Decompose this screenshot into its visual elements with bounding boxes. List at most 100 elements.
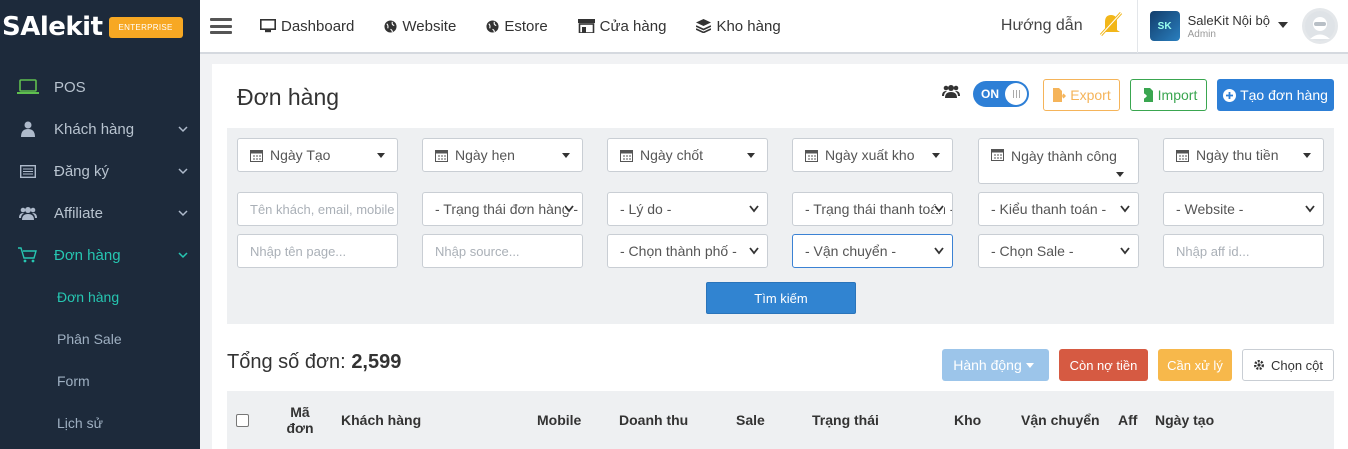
shipping-select[interactable]: - Vận chuyển - xyxy=(792,234,953,268)
topnav-label: Dashboard xyxy=(281,17,355,35)
import-label: Import xyxy=(1157,87,1198,103)
order-status-select[interactable]: - Trạng thái đơn hàng - xyxy=(422,192,583,226)
topnav-warehouse[interactable]: Kho hàng xyxy=(696,18,781,35)
topnav-dashboard[interactable]: Dashboard xyxy=(260,18,354,35)
orders-table-header: Mã đơn Khách hàng Mobile Doanh thu Sale … xyxy=(227,391,1334,449)
create-order-button[interactable]: Tạo đơn hàng xyxy=(1217,79,1334,111)
customer-search-input[interactable]: Tên khách, email, mobile xyxy=(237,192,398,226)
user-icon xyxy=(16,121,40,137)
logo[interactable]: SAlekit xyxy=(2,12,103,42)
sidebar-item-label: Đơn hàng xyxy=(54,246,121,264)
calendar-icon xyxy=(1176,149,1189,162)
page-name-input[interactable]: Nhập tên page... xyxy=(237,234,398,268)
edition-badge: ENTERPRISE xyxy=(108,16,183,38)
on-off-toggle[interactable]: ON xyxy=(973,81,1029,107)
total-orders: Tổng số đơn: 2,599 xyxy=(227,351,401,374)
file-import-icon xyxy=(1139,88,1153,102)
total-label: Tổng số đơn: xyxy=(227,351,346,373)
source-input[interactable]: Nhập source... xyxy=(422,234,583,268)
website-select[interactable]: - Website - xyxy=(1163,192,1324,226)
avatar[interactable] xyxy=(1302,8,1338,44)
caret-down-icon xyxy=(1025,362,1034,368)
sidebar-item-orders[interactable]: Đơn hàng xyxy=(0,234,200,276)
topnav-store[interactable]: Cửa hàng xyxy=(577,18,666,35)
date-created-filter[interactable]: Ngày Tạo xyxy=(237,138,398,172)
user-role: Admin xyxy=(1187,28,1216,40)
debt-filter-button[interactable]: Còn nợ tiền xyxy=(1059,349,1148,381)
th-mobile[interactable]: Mobile xyxy=(537,391,581,449)
bell-slash-icon[interactable] xyxy=(1097,11,1125,42)
menu-toggle-icon[interactable] xyxy=(210,18,232,34)
guide-link[interactable]: Hướng dẫn xyxy=(1001,17,1083,35)
select-value: - Chọn Sale - xyxy=(991,243,1074,259)
user-name: SaleKit Nội bộ xyxy=(1187,12,1270,28)
select-all-checkbox[interactable] xyxy=(236,413,249,427)
chevron-down-icon xyxy=(564,205,574,213)
search-button[interactable]: Tìm kiếm xyxy=(706,282,856,314)
date-closed-filter[interactable]: Ngày chốt xyxy=(607,138,768,172)
payment-type-select[interactable]: - Kiểu thanh toán - xyxy=(978,192,1139,226)
th-created-date[interactable]: Ngày tạo xyxy=(1155,391,1214,449)
date-success-filter[interactable]: Ngày thành công xyxy=(978,138,1139,184)
chevron-down-icon xyxy=(749,205,759,213)
select-value: - Trạng thái đơn hàng - xyxy=(435,201,579,217)
topnav-website[interactable]: Website xyxy=(384,18,456,35)
layers-icon xyxy=(696,19,712,33)
choose-columns-button[interactable]: Chọn cột xyxy=(1242,349,1334,381)
reason-select[interactable]: - Lý do - xyxy=(607,192,768,226)
monitor-icon xyxy=(260,19,276,33)
chevron-down-icon xyxy=(178,210,188,217)
caret-down-icon[interactable] xyxy=(1278,22,1288,30)
sidebar-item-register[interactable]: Đăng ký xyxy=(0,150,200,192)
sidebar-item-label: POS xyxy=(54,78,86,96)
aff-id-input[interactable]: Nhập aff id... xyxy=(1163,234,1324,268)
sidebar-subitem-assign-sale[interactable]: Phân Sale xyxy=(0,318,200,360)
export-button[interactable]: Export xyxy=(1043,79,1120,111)
caret-down-icon xyxy=(1303,153,1311,158)
create-label: Tạo đơn hàng xyxy=(1240,87,1328,103)
needs-processing-button[interactable]: Cần xử lý xyxy=(1158,349,1232,381)
filter-label: Ngày thành công xyxy=(1011,148,1117,164)
chevron-down-icon xyxy=(749,247,759,255)
sidebar-nav: POS Khách hàng Đăng ký Affiliate Đơn hàn… xyxy=(0,66,200,444)
sidebar-subitem-orders[interactable]: Đơn hàng xyxy=(0,276,200,318)
th-aff[interactable]: Aff xyxy=(1118,391,1137,449)
city-select[interactable]: - Chọn thành phố - xyxy=(607,234,768,268)
cart-icon xyxy=(16,247,40,263)
sidebar-item-label: Khách hàng xyxy=(54,120,135,138)
th-shipping[interactable]: Vận chuyển xyxy=(1021,391,1100,449)
th-customer[interactable]: Khách hàng xyxy=(341,391,421,449)
sidebar-item-pos[interactable]: POS xyxy=(0,66,200,108)
sidebar-subitem-history[interactable]: Lịch sử xyxy=(0,402,200,444)
th-revenue[interactable]: Doanh thu xyxy=(619,391,688,449)
sidebar-item-customers[interactable]: Khách hàng xyxy=(0,108,200,150)
columns-label: Chọn cột xyxy=(1270,357,1324,373)
th-status[interactable]: Trạng thái xyxy=(812,391,879,449)
actions-dropdown[interactable]: Hành động xyxy=(942,349,1049,381)
th-sale[interactable]: Sale xyxy=(736,391,765,449)
filter-panel: Ngày Tạo Ngày hẹn Ngày chốt Ngày xuất kh… xyxy=(227,128,1334,324)
filter-label: Ngày chốt xyxy=(640,147,704,163)
globe-icon xyxy=(384,19,397,33)
th-order-id[interactable]: Mã đơn xyxy=(279,391,321,449)
topnav-label: Website xyxy=(402,17,457,35)
calendar-icon xyxy=(805,149,818,162)
sidebar-subitem-form[interactable]: Form xyxy=(0,360,200,402)
date-appointment-filter[interactable]: Ngày hẹn xyxy=(422,138,583,172)
caret-down-icon xyxy=(1116,172,1124,177)
import-button[interactable]: Import xyxy=(1130,79,1207,111)
topnav-estore[interactable]: Estore xyxy=(486,18,548,35)
sale-select[interactable]: - Chọn Sale - xyxy=(978,234,1139,268)
user-menu[interactable]: SK SaleKit Nội bộ Admin xyxy=(1136,0,1348,53)
date-payment-filter[interactable]: Ngày thu tiền xyxy=(1163,138,1324,172)
select-value: - Lý do - xyxy=(620,201,672,217)
date-shipped-filter[interactable]: Ngày xuất kho xyxy=(792,138,953,172)
th-warehouse[interactable]: Kho xyxy=(954,391,981,449)
sidebar-item-affiliate[interactable]: Affiliate xyxy=(0,192,200,234)
store-icon xyxy=(577,19,595,33)
brand[interactable]: SAlekit ENTERPRISE xyxy=(0,0,200,54)
sidebar-item-label: Affiliate xyxy=(54,204,103,222)
total-value: 2,599 xyxy=(351,351,402,373)
gear-icon xyxy=(1253,360,1264,370)
payment-status-select[interactable]: - Trạng thái thanh toán - xyxy=(792,192,953,226)
